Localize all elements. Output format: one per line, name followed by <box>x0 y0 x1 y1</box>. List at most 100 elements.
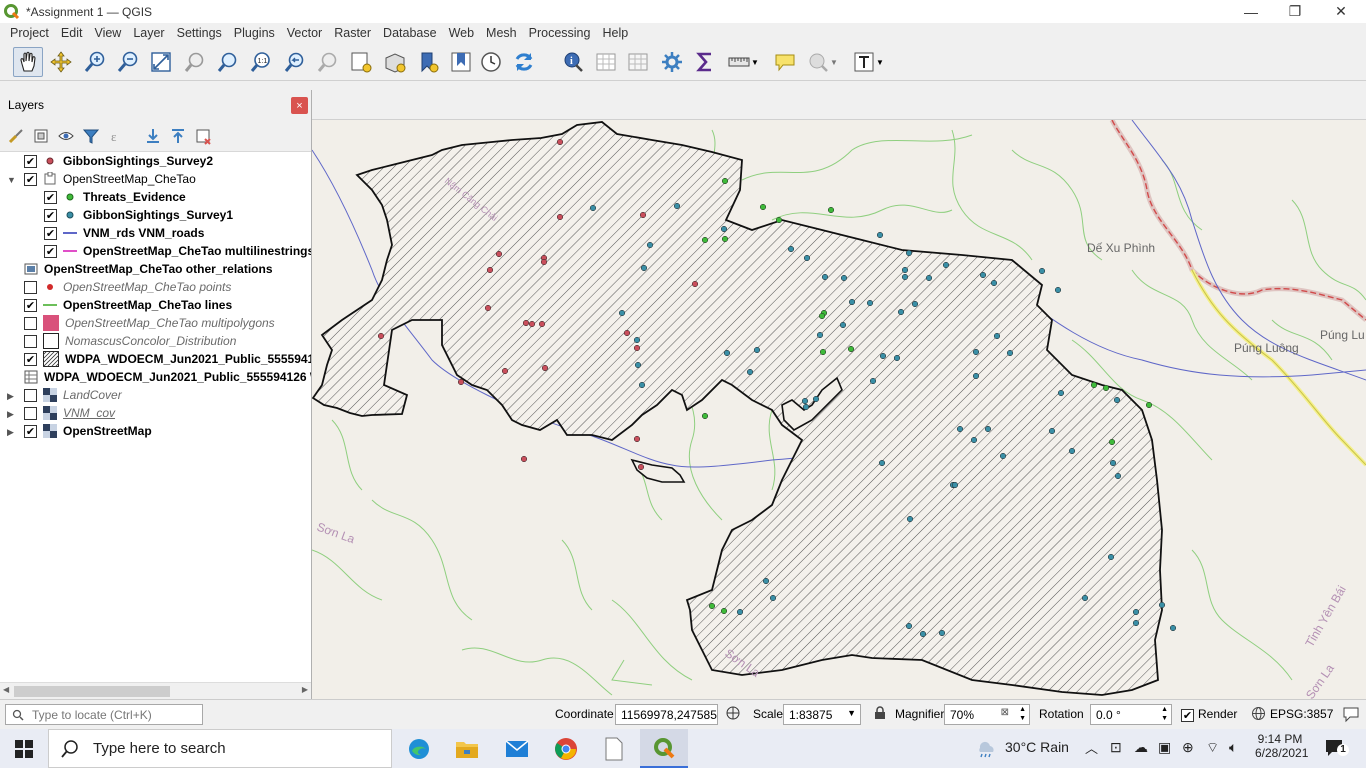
map-point-marker[interactable] <box>720 607 728 615</box>
display-icon[interactable]: ▣ <box>1158 739 1171 756</box>
layer-checkbox[interactable]: ✔ <box>44 190 57 204</box>
menu-settings[interactable]: Settings <box>171 26 228 40</box>
map-point-marker[interactable] <box>970 436 978 444</box>
map-point-marker[interactable] <box>819 348 827 356</box>
menu-vector[interactable]: Vector <box>281 26 328 40</box>
layer-checkbox[interactable] <box>24 388 37 402</box>
map-point-marker[interactable] <box>993 332 1001 340</box>
map-point-marker[interactable] <box>691 280 699 288</box>
file-explorer-button[interactable] <box>446 729 488 768</box>
expand-arrow-icon[interactable]: ▶ <box>7 427 14 438</box>
map-point-marker[interactable] <box>984 425 992 433</box>
map-point-marker[interactable] <box>1054 286 1062 294</box>
taskbar-search-box[interactable]: Type here to search <box>48 729 392 768</box>
layer-group-row[interactable]: ✔ OpenStreetMap_CheTao <box>24 170 196 188</box>
layer-row[interactable]: ✔ OpenStreetMap <box>24 422 152 440</box>
scrollbar-thumb[interactable] <box>14 686 170 697</box>
map-point-marker[interactable] <box>633 344 641 352</box>
layer-row[interactable]: ✔ OpenStreetMap_CheTao lines <box>24 296 232 314</box>
map-point-marker[interactable] <box>897 308 905 316</box>
map-point-marker[interactable] <box>905 249 913 257</box>
field-calculator-button[interactable] <box>623 47 653 77</box>
select-features-button[interactable]: ▼ <box>803 47 841 77</box>
map-point-marker[interactable] <box>701 412 709 420</box>
menu-layer[interactable]: Layer <box>127 26 170 40</box>
map-point-marker[interactable] <box>633 336 641 344</box>
map-point-marker[interactable] <box>775 216 783 224</box>
crs-button[interactable]: EPSG:3857 <box>1270 707 1333 721</box>
start-button[interactable] <box>0 729 48 768</box>
layer-row[interactable]: OpenStreetMap_CheTao points <box>24 278 231 296</box>
map-point-marker[interactable] <box>827 206 835 214</box>
layer-row[interactable]: ✔ OpenStreetMap_CheTao multilinestrings <box>44 242 311 260</box>
map-canvas[interactable]: Dế Xu Phình Púng Luông Púng Lu Sơn La Sơ… <box>312 120 1366 699</box>
spin-arrows-icon[interactable]: ▲ ▼ <box>1019 705 1026 723</box>
menu-raster[interactable]: Raster <box>328 26 377 40</box>
map-point-marker[interactable] <box>821 273 829 281</box>
restore-button[interactable]: ❐ <box>1272 0 1318 23</box>
map-point-marker[interactable] <box>538 320 546 328</box>
expand-arrow-icon[interactable]: ▶ <box>7 391 14 402</box>
identify-features-button[interactable]: i <box>558 47 588 77</box>
rotation-spinbox[interactable]: 0.0 ° ▲ ▼ <box>1090 704 1172 725</box>
layer-row[interactable]: ✔ GibbonSightings_Survey2 <box>24 152 213 170</box>
map-point-marker[interactable] <box>938 629 946 637</box>
chevron-up-icon[interactable]: ︿ <box>1085 738 1098 757</box>
spin-arrows-icon[interactable]: ▲ ▼ <box>1161 705 1168 723</box>
map-point-marker[interactable] <box>721 177 729 185</box>
layer-checkbox[interactable]: ✔ <box>24 172 37 186</box>
map-point-marker[interactable] <box>801 397 809 405</box>
layer-row[interactable]: ✔ VNM_rds VNM_roads <box>44 224 204 242</box>
map-point-marker[interactable] <box>1057 389 1065 397</box>
map-point-marker[interactable] <box>1158 601 1166 609</box>
security-icon[interactable]: ⊕ <box>1182 739 1194 756</box>
layer-checkbox[interactable]: ✔ <box>44 226 57 240</box>
close-window-button[interactable]: ✕ <box>1318 0 1364 23</box>
map-point-marker[interactable] <box>556 213 564 221</box>
text-annotation-button[interactable]: ▼ <box>848 47 888 77</box>
map-point-marker[interactable] <box>1102 384 1110 392</box>
messages-icon[interactable] <box>1342 705 1360 726</box>
map-point-marker[interactable] <box>528 320 536 328</box>
mail-button[interactable] <box>494 729 540 768</box>
map-point-marker[interactable] <box>942 261 950 269</box>
map-point-marker[interactable] <box>787 245 795 253</box>
layer-checkbox[interactable]: ✔ <box>24 352 37 366</box>
map-point-marker[interactable] <box>848 298 856 306</box>
map-point-marker[interactable] <box>1145 401 1153 409</box>
layer-checkbox[interactable]: ✔ <box>24 298 37 312</box>
map-point-marker[interactable] <box>999 452 1007 460</box>
minimize-button[interactable]: — <box>1228 0 1274 23</box>
refresh-button[interactable] <box>509 47 539 77</box>
map-point-marker[interactable] <box>633 435 641 443</box>
zoom-full-button[interactable] <box>146 47 176 77</box>
locator-search-input[interactable]: Type to locate (Ctrl+K) <box>5 704 203 725</box>
temporal-controller-button[interactable] <box>476 47 506 77</box>
magnifier-spinbox[interactable]: 70% ⊠ ▲ ▼ <box>944 704 1030 725</box>
layer-checkbox[interactable]: ✔ <box>44 208 57 222</box>
map-point-marker[interactable] <box>640 264 648 272</box>
layer-row[interactable]: OpenStreetMap_CheTao multipolygons <box>24 314 275 332</box>
map-point-marker[interactable] <box>951 481 959 489</box>
map-point-marker[interactable] <box>990 279 998 287</box>
zoom-to-layer-button[interactable] <box>213 47 243 77</box>
zoom-to-selection-button[interactable] <box>180 47 210 77</box>
clock[interactable]: 9:14 PM 6/28/2021 <box>1255 732 1308 760</box>
map-point-marker[interactable] <box>839 321 847 329</box>
open-styling-button[interactable] <box>5 125 27 147</box>
new-bookmark-button[interactable] <box>413 47 443 77</box>
map-point-marker[interactable] <box>878 459 886 467</box>
measure-button[interactable]: ▼ <box>723 47 763 77</box>
map-point-marker[interactable] <box>762 577 770 585</box>
map-point-marker[interactable] <box>893 354 901 362</box>
clear-icon[interactable]: ⊠ <box>1001 707 1009 718</box>
menu-view[interactable]: View <box>88 26 127 40</box>
map-point-marker[interactable] <box>639 211 647 219</box>
edge-browser-button[interactable] <box>398 729 440 768</box>
map-point-marker[interactable] <box>802 403 810 411</box>
attribute-table-button[interactable] <box>591 47 621 77</box>
map-point-marker[interactable] <box>638 381 646 389</box>
map-point-marker[interactable] <box>911 300 919 308</box>
map-point-marker[interactable] <box>1090 381 1098 389</box>
expand-arrow-icon[interactable]: ▶ <box>7 409 14 420</box>
